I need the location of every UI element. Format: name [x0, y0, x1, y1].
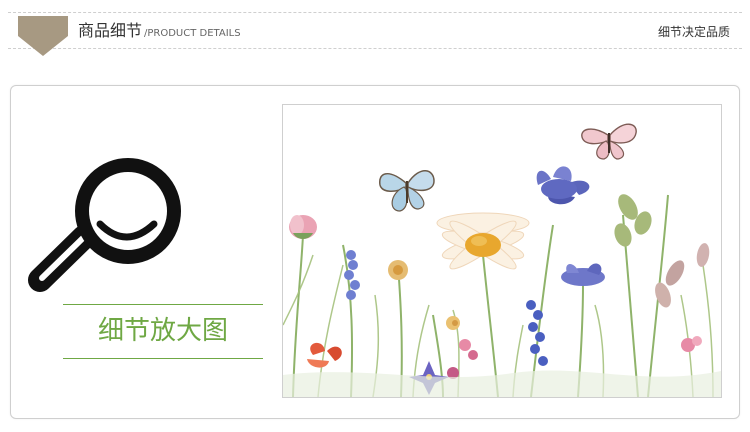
wildflower-illustration: [283, 105, 721, 397]
header-slogan: 细节决定品质: [657, 25, 730, 39]
section-title-cn: 商品细节: [78, 21, 143, 40]
section-title-en: /PRODUCT DETAILS: [144, 28, 241, 39]
detail-title-line-top: [63, 304, 263, 305]
header-dashed-line-top: [8, 12, 742, 13]
header-dashed-line-bottom: [8, 48, 742, 49]
magnifier-smile-icon: [28, 158, 181, 292]
section-title: 商品细节/PRODUCT DETAILS: [78, 21, 241, 44]
section-header: 商品细节/PRODUCT DETAILS 细节决定品质: [8, 8, 742, 56]
product-detail-photo: [282, 104, 722, 398]
detail-title-line-bottom: [63, 358, 263, 359]
pink-tulip: [289, 215, 317, 239]
detail-title: 细节放大图: [97, 316, 228, 346]
detail-title-block: 细节放大图: [63, 304, 263, 360]
ribbon-banner-icon: [18, 16, 68, 56]
